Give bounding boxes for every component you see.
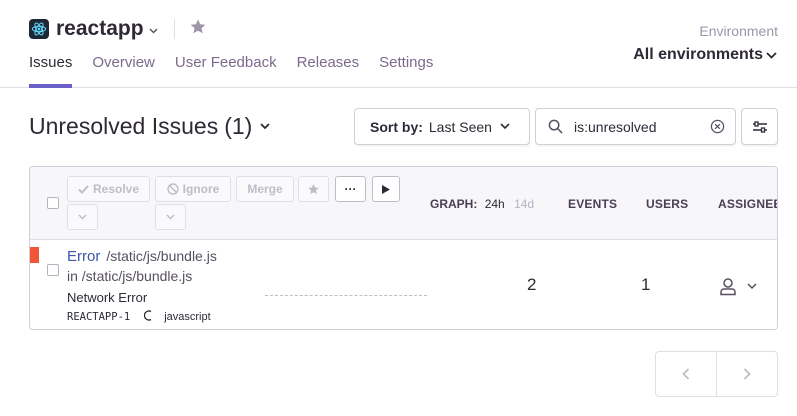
more-actions-button[interactable]: ···: [335, 176, 366, 202]
environment-value: All environments: [633, 46, 763, 63]
row-checkbox[interactable]: [47, 264, 59, 276]
resolve-button[interactable]: Resolve: [67, 176, 150, 202]
issue-meta: REACTAPP-1 javascript: [67, 310, 211, 324]
page-title[interactable]: Unresolved Issues (1): [29, 113, 270, 140]
search-icon: [548, 119, 563, 134]
graph-label: GRAPH:: [430, 197, 478, 211]
issues-panel: Resolve Ignore Merge ··· GRAPH: 24h 14d: [29, 166, 778, 330]
platform-icon: [144, 310, 152, 324]
user-icon: [720, 278, 736, 296]
chevron-down-icon: [166, 214, 175, 220]
star-icon: [308, 183, 319, 194]
issues-table-header: Resolve Ignore Merge ··· GRAPH: 24h 14d: [30, 167, 777, 240]
search-query: is:unresolved: [574, 118, 657, 135]
ignore-button[interactable]: Ignore: [155, 176, 231, 202]
events-column-header: EVENTS: [568, 197, 618, 211]
chevron-down-icon: [260, 123, 270, 130]
pagination: [655, 351, 778, 397]
tab-issues[interactable]: Issues: [29, 54, 73, 88]
issue-message: Network Error: [67, 290, 148, 305]
resolve-dropdown[interactable]: [67, 204, 98, 230]
play-icon: [382, 184, 390, 194]
graph-column-header: GRAPH: 24h 14d: [430, 197, 534, 211]
check-icon: [78, 184, 89, 194]
chevron-down-icon: [766, 51, 777, 59]
react-logo-icon: [29, 19, 49, 39]
select-all-checkbox[interactable]: [47, 197, 59, 209]
bookmark-button[interactable]: [298, 176, 329, 202]
sort-label: Sort by:: [370, 118, 423, 135]
ignore-dropdown[interactable]: [155, 204, 186, 230]
chevron-down-icon: [500, 123, 510, 130]
chevron-down-icon: [78, 214, 87, 220]
users-column-header: USERS: [646, 197, 689, 211]
search-input[interactable]: is:unresolved: [535, 108, 736, 145]
ignore-label: Ignore: [182, 182, 220, 196]
assignee-selector[interactable]: [718, 276, 757, 296]
realtime-play-button[interactable]: [372, 176, 400, 202]
merge-button[interactable]: Merge: [236, 176, 294, 202]
project-name: reactapp: [56, 17, 144, 40]
more-label: ···: [344, 182, 357, 196]
event-sparkline: [265, 295, 427, 296]
merge-label: Merge: [247, 182, 283, 196]
tab-releases[interactable]: Releases: [297, 54, 360, 88]
events-count: 2: [527, 275, 537, 294]
project-header: reactapp Issues Overview User Feedback R…: [0, 0, 797, 88]
chevron-right-icon: [743, 368, 751, 380]
filter-settings-button[interactable]: [741, 108, 778, 145]
issue-count: (1): [224, 113, 253, 139]
graph-period-14d[interactable]: 14d: [514, 197, 534, 211]
users-count: 1: [641, 275, 651, 294]
tab-settings[interactable]: Settings: [379, 54, 433, 88]
tab-user-feedback[interactable]: User Feedback: [175, 54, 277, 88]
issue-location: /static/js/bundle.js: [106, 248, 217, 264]
previous-page-button[interactable]: [656, 352, 717, 396]
sort-dropdown[interactable]: Sort by: Last Seen: [354, 108, 530, 145]
sort-value: Last Seen: [428, 118, 492, 135]
resolve-label: Resolve: [92, 182, 140, 196]
project-tabs: Issues Overview User Feedback Releases S…: [29, 54, 453, 88]
error-level-indicator: [30, 247, 39, 263]
chevron-left-icon: [681, 368, 689, 380]
ignore-icon: [166, 183, 179, 195]
issue-title[interactable]: Error/static/js/bundle.js: [67, 248, 242, 265]
issue-short-id[interactable]: REACTAPP-1: [67, 311, 130, 323]
issue-type: Error: [67, 248, 101, 265]
page-title-text: Unresolved Issues: [29, 113, 219, 139]
environment-label: Environment: [699, 23, 778, 39]
issue-culprit: in /static/js/bundle.js: [67, 268, 193, 284]
table-row[interactable]: Error/static/js/bundle.js in /static/js/…: [30, 240, 777, 329]
graph-period-24h[interactable]: 24h: [485, 197, 505, 211]
header-divider: [174, 19, 175, 39]
chevron-down-icon: [149, 25, 158, 37]
chevron-down-icon: [747, 282, 757, 289]
issue-platform: javascript: [164, 311, 211, 323]
clear-icon[interactable]: [710, 119, 725, 134]
assignee-column-header: ASSIGNEE: [718, 197, 778, 211]
filter-sliders-icon: [752, 120, 767, 133]
next-page-button[interactable]: [717, 352, 778, 396]
tab-overview[interactable]: Overview: [92, 54, 155, 88]
environment-selector[interactable]: All environments: [633, 46, 777, 64]
project-selector[interactable]: reactapp: [29, 17, 158, 41]
star-icon[interactable]: [189, 18, 207, 41]
